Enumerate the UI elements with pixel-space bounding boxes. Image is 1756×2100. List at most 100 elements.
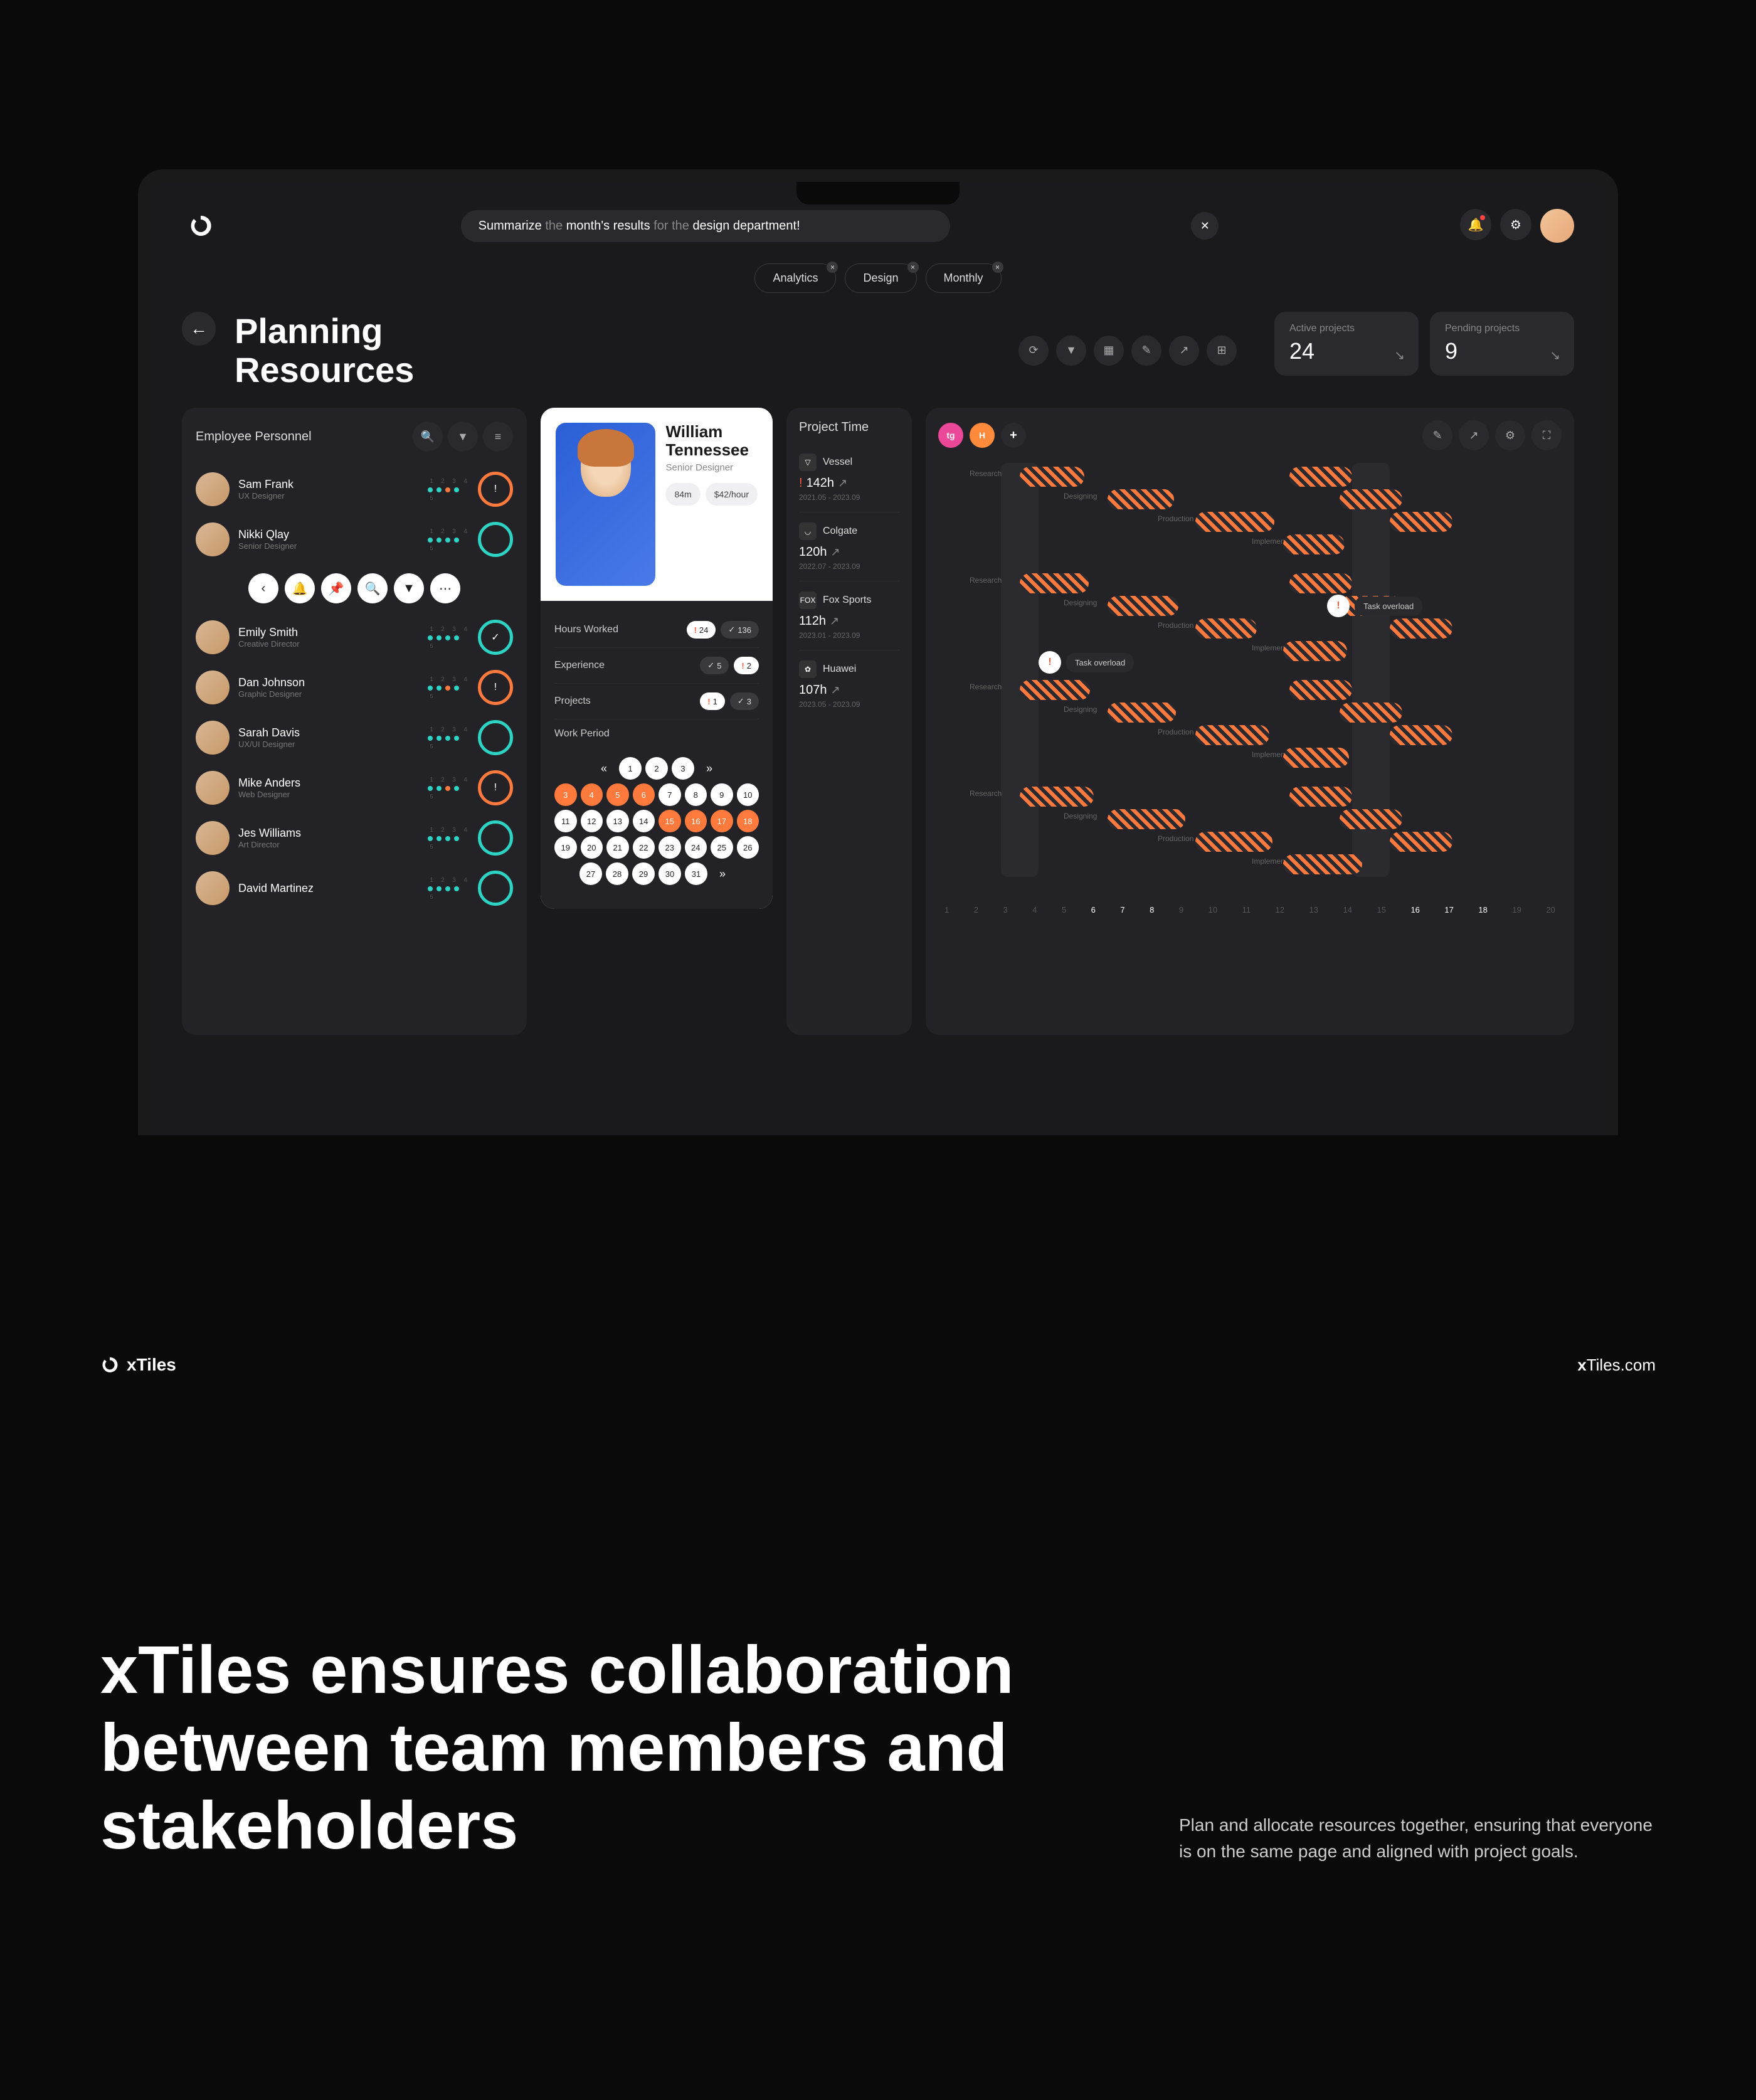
timeline-bar[interactable] [1283, 854, 1362, 874]
stat-active-projects[interactable]: Active projects 24 ↘ [1274, 312, 1419, 376]
task-overload-bubble[interactable]: !Task overload [1327, 595, 1422, 617]
calendar-day[interactable]: 15 [658, 810, 681, 832]
calendar-day[interactable]: 13 [606, 810, 629, 832]
calendar-day[interactable]: 25 [711, 836, 733, 859]
user-avatar[interactable] [1540, 209, 1574, 243]
gear-icon[interactable]: ⚙ [1500, 209, 1531, 240]
calendar-day[interactable]: » [711, 862, 734, 885]
project-item[interactable]: ✿Huawei 107h↗ 2023.05 - 2023.09 [799, 650, 899, 719]
table-icon[interactable]: ▦ [1094, 336, 1124, 366]
project-item[interactable]: ◡Colgate 120h↗ 2022.07 - 2023.09 [799, 512, 899, 581]
stat-pending-projects[interactable]: Pending projects 9 ↘ [1430, 312, 1574, 376]
calendar-day[interactable]: 14 [633, 810, 655, 832]
timeline-bar[interactable] [1390, 618, 1452, 639]
work-period-calendar[interactable]: «123»34567891011121314151617181920212223… [554, 748, 759, 898]
timeline-bar[interactable] [1283, 534, 1345, 554]
calendar-day[interactable]: 7 [658, 783, 681, 806]
filter-icon[interactable]: ▼ [1056, 336, 1086, 366]
calendar-day[interactable]: 16 [685, 810, 707, 832]
calendar-day[interactable]: 10 [737, 783, 759, 806]
integration-h-icon[interactable]: H [970, 423, 995, 448]
integration-toggl-icon[interactable]: tg [938, 423, 963, 448]
timeline-bar[interactable] [1108, 703, 1176, 723]
edit-icon[interactable]: ✎ [1422, 420, 1452, 450]
timeline-bar[interactable] [1390, 832, 1452, 852]
action-icon[interactable]: 🔔 [285, 573, 315, 603]
search-summary-bar[interactable]: Summarize the month's results for the de… [461, 210, 950, 242]
calendar-day[interactable]: 4 [581, 783, 603, 806]
calendar-day[interactable]: 19 [554, 836, 577, 859]
timeline-bar[interactable] [1289, 680, 1352, 700]
calendar-day[interactable]: 8 [685, 783, 707, 806]
calendar-day[interactable]: 2 [645, 757, 668, 780]
search-icon[interactable]: 🔍 [413, 422, 443, 452]
employee-row[interactable]: Jes WilliamsArt Director 1234 5 [196, 813, 513, 863]
expand-icon[interactable]: ⛶ [1531, 420, 1562, 450]
share-icon[interactable]: ↗ [1169, 336, 1199, 366]
calendar-day[interactable]: 30 [658, 862, 681, 885]
share-icon[interactable]: ↗ [1459, 420, 1489, 450]
employee-row[interactable]: Emily SmithCreative Director 1234 5 ✓ [196, 612, 513, 662]
timeline-bar[interactable] [1108, 809, 1185, 829]
timeline-bar[interactable] [1020, 787, 1094, 807]
timeline-bar[interactable] [1195, 618, 1257, 639]
gear-icon[interactable]: ⚙ [1495, 420, 1525, 450]
timeline-bar[interactable] [1283, 641, 1347, 661]
timeline-bar[interactable] [1289, 787, 1352, 807]
grid-icon[interactable]: ⊞ [1207, 336, 1237, 366]
timeline-bar[interactable] [1108, 489, 1174, 509]
calendar-day[interactable]: 12 [581, 810, 603, 832]
project-item[interactable]: FOXFox Sports 112h↗ 2023.01 - 2023.09 [799, 581, 899, 650]
timeline-bar[interactable] [1195, 512, 1274, 532]
calendar-day[interactable]: 21 [606, 836, 629, 859]
calendar-day[interactable]: 22 [633, 836, 655, 859]
close-icon[interactable]: ✕ [1191, 212, 1219, 240]
action-icon[interactable]: ‹ [248, 573, 278, 603]
chip-monthly[interactable]: Monthly [926, 263, 1002, 293]
calendar-day[interactable]: 20 [581, 836, 603, 859]
refresh-icon[interactable]: ⟳ [1018, 336, 1049, 366]
timeline-bar[interactable] [1340, 703, 1402, 723]
menu-icon[interactable]: ≡ [483, 422, 513, 452]
calendar-day[interactable]: « [593, 757, 615, 780]
chip-design[interactable]: Design [845, 263, 916, 293]
calendar-day[interactable]: 3 [554, 783, 577, 806]
calendar-day[interactable]: » [698, 757, 721, 780]
add-integration-icon[interactable]: + [1001, 423, 1026, 448]
calendar-day[interactable]: 23 [658, 836, 681, 859]
chip-analytics[interactable]: Analytics [754, 263, 836, 293]
employee-row[interactable]: Mike AndersWeb Designer 1234 5 ! [196, 763, 513, 813]
employee-row[interactable]: Nikki QlaySenior Designer 1234 5 [196, 514, 513, 565]
timeline-bar[interactable] [1020, 680, 1090, 700]
timeline-bar[interactable] [1340, 489, 1402, 509]
task-overload-bubble[interactable]: !Task overload [1039, 651, 1134, 674]
timeline-bar[interactable] [1108, 596, 1178, 616]
timeline-bar[interactable] [1195, 832, 1272, 852]
timeline-bar[interactable] [1390, 725, 1452, 745]
brand-logo[interactable] [182, 207, 220, 245]
calendar-day[interactable]: 11 [554, 810, 577, 832]
timeline-bar[interactable] [1289, 467, 1352, 487]
bell-icon[interactable]: 🔔 [1460, 209, 1491, 240]
action-icon[interactable]: 🔍 [357, 573, 388, 603]
action-icon[interactable]: ⋯ [430, 573, 460, 603]
calendar-day[interactable]: 27 [579, 862, 602, 885]
back-icon[interactable]: ← [182, 312, 216, 346]
calendar-day[interactable]: 24 [685, 836, 707, 859]
timeline-bar[interactable] [1020, 467, 1084, 487]
employee-row[interactable]: Sarah DavisUX/UI Designer 1234 5 [196, 713, 513, 763]
edit-icon[interactable]: ✎ [1131, 336, 1161, 366]
employee-row[interactable]: Dan JohnsonGraphic Designer 1234 5 ! [196, 662, 513, 713]
action-icon[interactable]: 📌 [321, 573, 351, 603]
timeline-bar[interactable] [1390, 512, 1452, 532]
calendar-day[interactable]: 28 [606, 862, 628, 885]
timeline-bar[interactable] [1283, 748, 1349, 768]
calendar-day[interactable]: 9 [711, 783, 733, 806]
calendar-day[interactable]: 29 [632, 862, 655, 885]
calendar-day[interactable]: 18 [737, 810, 759, 832]
filter-icon[interactable]: ▼ [448, 422, 478, 452]
timeline-bar[interactable] [1020, 573, 1089, 593]
calendar-day[interactable]: 17 [711, 810, 733, 832]
calendar-day[interactable]: 3 [672, 757, 694, 780]
calendar-day[interactable]: 5 [606, 783, 629, 806]
